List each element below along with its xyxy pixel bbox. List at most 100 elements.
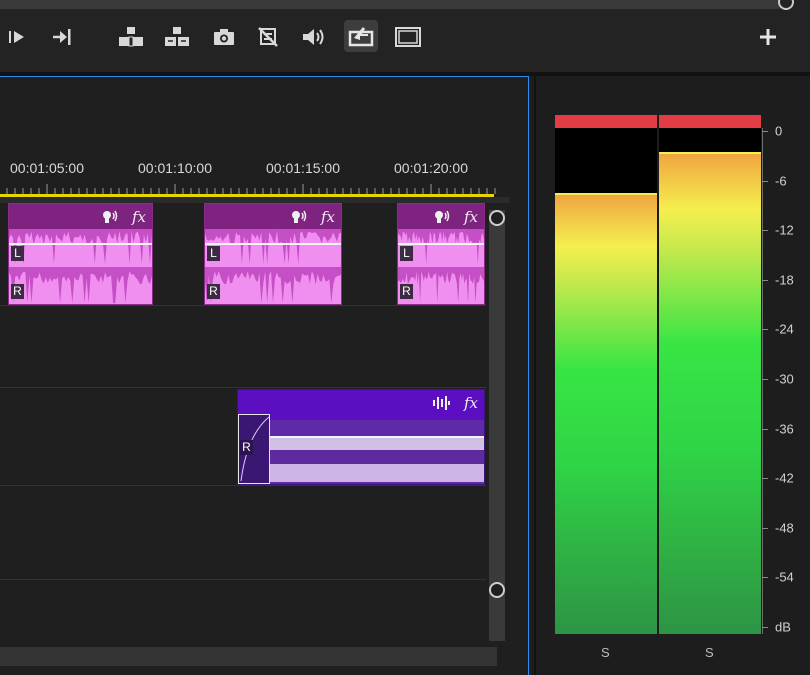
waveform-right bbox=[9, 271, 152, 304]
music-waveform bbox=[238, 420, 484, 484]
extract-icon bbox=[165, 27, 189, 46]
audio-clip-3[interactable]: fx L R bbox=[397, 203, 485, 305]
timecode-label: 00:01:20:00 bbox=[394, 160, 468, 176]
fx-badge[interactable]: fx bbox=[321, 208, 335, 226]
db-scale-tick bbox=[762, 379, 768, 380]
extract-button[interactable] bbox=[162, 22, 192, 52]
track-separator bbox=[0, 485, 486, 486]
vertical-scrollbar[interactable] bbox=[489, 210, 505, 641]
go-to-out-button[interactable] bbox=[47, 22, 77, 52]
zoom-scrollbar-handle[interactable] bbox=[778, 0, 794, 10]
waveform-left bbox=[205, 231, 341, 267]
clip-header: fx bbox=[9, 204, 152, 229]
solo-button-left[interactable]: S bbox=[601, 645, 610, 660]
fx-badge[interactable]: fx bbox=[132, 208, 146, 226]
db-scale-label: dB bbox=[775, 619, 791, 635]
db-scale-label: -24 bbox=[775, 321, 794, 337]
timecode-label: 00:01:05:00 bbox=[10, 160, 84, 176]
monitor-icon bbox=[395, 27, 421, 47]
speaker-icon bbox=[303, 29, 324, 45]
db-scale-label: -54 bbox=[775, 569, 794, 585]
clip-header: fx bbox=[238, 390, 484, 420]
db-scale-tick bbox=[762, 279, 768, 281]
volume-line[interactable] bbox=[398, 243, 484, 245]
peak-indicator-left[interactable] bbox=[555, 115, 657, 129]
channel-label-right: R bbox=[400, 284, 413, 299]
channel-label-right: R bbox=[240, 440, 253, 455]
timecode-label: 00:01:15:00 bbox=[266, 160, 340, 176]
db-scale-tick bbox=[762, 131, 768, 132]
meter-level-left bbox=[555, 193, 657, 634]
volume-line[interactable] bbox=[9, 243, 152, 245]
step-forward-button[interactable] bbox=[2, 22, 32, 52]
clip-header: fx bbox=[398, 204, 484, 229]
track-separator bbox=[0, 387, 486, 388]
voice-icon bbox=[291, 210, 307, 223]
track-separator bbox=[0, 305, 486, 306]
db-scale-tick bbox=[762, 428, 768, 430]
meter-channel-right bbox=[659, 128, 761, 634]
meter-level-right bbox=[659, 151, 761, 634]
audio-button[interactable] bbox=[298, 22, 328, 52]
waveform-right bbox=[205, 270, 341, 304]
camera-icon bbox=[214, 29, 234, 45]
db-scale-label: -48 bbox=[775, 520, 794, 536]
db-scale-label: -30 bbox=[775, 371, 794, 387]
db-scale-axis bbox=[762, 128, 763, 634]
voice-icon bbox=[102, 210, 118, 223]
export-icon bbox=[348, 27, 374, 47]
fx-badge[interactable]: fx bbox=[464, 394, 478, 412]
audio-clip-2[interactable]: fx L R bbox=[204, 203, 342, 305]
meter-channel-left bbox=[555, 128, 657, 634]
program-monitor-toolbar bbox=[0, 0, 810, 72]
db-scale-tick bbox=[762, 627, 768, 628]
comparison-icon bbox=[258, 27, 278, 47]
channel-label-right: R bbox=[11, 284, 24, 299]
fx-badge[interactable]: fx bbox=[464, 208, 478, 226]
export-frame-button[interactable] bbox=[209, 22, 239, 52]
db-scale-tick bbox=[762, 329, 768, 331]
clip-header: fx bbox=[205, 204, 341, 229]
go-to-out-icon bbox=[53, 29, 71, 45]
db-scale-tick bbox=[762, 478, 768, 480]
lift-button[interactable] bbox=[116, 22, 146, 52]
db-scale-label: -18 bbox=[775, 272, 794, 288]
audio-clip-1[interactable]: fx L R bbox=[8, 203, 153, 305]
channel-label-left: L bbox=[400, 246, 413, 261]
db-scale-tick bbox=[762, 577, 768, 579]
voice-icon bbox=[434, 210, 450, 223]
db-scale-label: -36 bbox=[775, 421, 794, 437]
peak-indicator-right[interactable] bbox=[659, 115, 761, 129]
db-scale-label: -12 bbox=[775, 222, 794, 238]
volume-line[interactable] bbox=[238, 436, 484, 438]
play-step-icon bbox=[9, 31, 24, 43]
safe-margins-button[interactable] bbox=[393, 22, 423, 52]
db-scale-label: -6 bbox=[775, 173, 787, 189]
add-button[interactable] bbox=[753, 22, 783, 52]
db-scale-label: -42 bbox=[775, 470, 794, 486]
volume-line[interactable] bbox=[205, 243, 341, 245]
horizontal-scrollbar[interactable] bbox=[0, 647, 497, 666]
db-scale-label: 0 bbox=[775, 123, 783, 139]
db-scale-tick bbox=[762, 180, 768, 182]
lift-icon bbox=[119, 27, 143, 47]
plus-icon bbox=[760, 29, 776, 45]
audio-clip-4[interactable]: fx R bbox=[237, 389, 485, 485]
channel-label-left: L bbox=[11, 246, 24, 261]
comparison-view-button[interactable] bbox=[253, 22, 283, 52]
track-separator bbox=[0, 579, 486, 580]
zoom-scrollbar[interactable] bbox=[0, 0, 782, 9]
db-scale-tick bbox=[762, 230, 768, 232]
timecode-label: 00:01:10:00 bbox=[138, 160, 212, 176]
time-ruler[interactable]: 00:01:05:00 00:01:10:00 00:01:15:00 00:0… bbox=[0, 76, 510, 203]
db-scale-tick bbox=[762, 527, 768, 529]
timeline-panel: 00:01:05:00 00:01:10:00 00:01:15:00 00:0… bbox=[0, 76, 530, 675]
waveform-left bbox=[9, 231, 152, 267]
channel-label-right: R bbox=[207, 284, 220, 299]
meter-separator bbox=[657, 115, 659, 634]
vertical-scroll-handle-top[interactable] bbox=[489, 210, 505, 226]
channel-label-left: L bbox=[207, 246, 220, 261]
solo-button-right[interactable]: S bbox=[705, 645, 714, 660]
vertical-scroll-handle-bottom[interactable] bbox=[489, 582, 505, 598]
export-button[interactable] bbox=[344, 20, 378, 52]
